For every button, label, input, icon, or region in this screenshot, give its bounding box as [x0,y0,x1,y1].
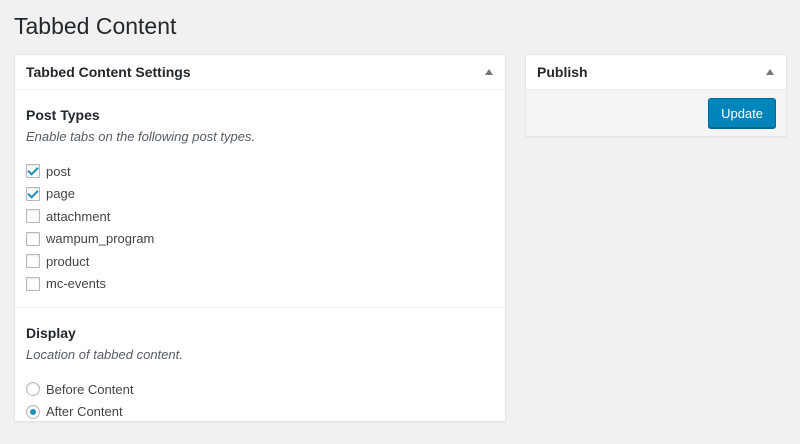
radio-label: Before Content [46,381,134,397]
checkbox-product[interactable] [26,254,40,269]
post-type-option-attachment[interactable]: attachment [26,205,494,228]
arrow-up-icon[interactable] [485,69,493,75]
page-title: Tabbed Content [14,13,177,39]
checkbox-post[interactable] [26,164,40,179]
post-types-heading: Post Types [26,107,100,123]
checkbox-wampum-program[interactable] [26,231,40,246]
checkbox-page[interactable] [26,186,40,201]
display-heading: Display [26,325,76,341]
display-option-before-content[interactable]: Before Content [26,378,494,401]
settings-box-title: Tabbed Content Settings [26,64,191,80]
radio-before-content[interactable] [26,382,40,397]
checkbox-label: attachment [46,208,111,224]
post-type-option-post[interactable]: post [26,160,494,183]
display-option-after-content[interactable]: After Content [26,401,494,424]
checkbox-label: product [46,253,90,269]
tabbed-content-settings-box: Tabbed Content Settings Post Types Enabl… [14,54,506,422]
radio-after-content[interactable] [26,404,40,419]
checkbox-attachment[interactable] [26,209,40,224]
post-types-description: Enable tabs on the following post types. [26,129,256,144]
post-type-option-product[interactable]: product [26,250,494,273]
checkbox-label: page [46,186,75,202]
arrow-up-icon[interactable] [766,69,774,75]
display-section: Display Location of tabbed content. Befo… [15,308,505,423]
publish-box: Publish Update [525,54,787,137]
post-type-option-page[interactable]: page [26,183,494,206]
checkbox-label: post [46,163,71,179]
radio-label: After Content [46,404,123,420]
checkbox-mc-events[interactable] [26,276,40,291]
checkbox-label: mc-events [46,276,106,292]
display-description: Location of tabbed content. [26,347,183,362]
post-type-option-mc-events[interactable]: mc-events [26,273,494,296]
post-type-option-wampum-program[interactable]: wampum_program [26,228,494,251]
publish-box-header: Publish [526,55,786,90]
settings-box-header: Tabbed Content Settings [15,55,505,90]
checkbox-label: wampum_program [46,231,155,247]
update-button[interactable]: Update [708,98,776,128]
publish-actions: Update [526,90,786,136]
publish-box-title: Publish [537,64,588,80]
post-types-section: Post Types Enable tabs on the following … [15,90,505,295]
